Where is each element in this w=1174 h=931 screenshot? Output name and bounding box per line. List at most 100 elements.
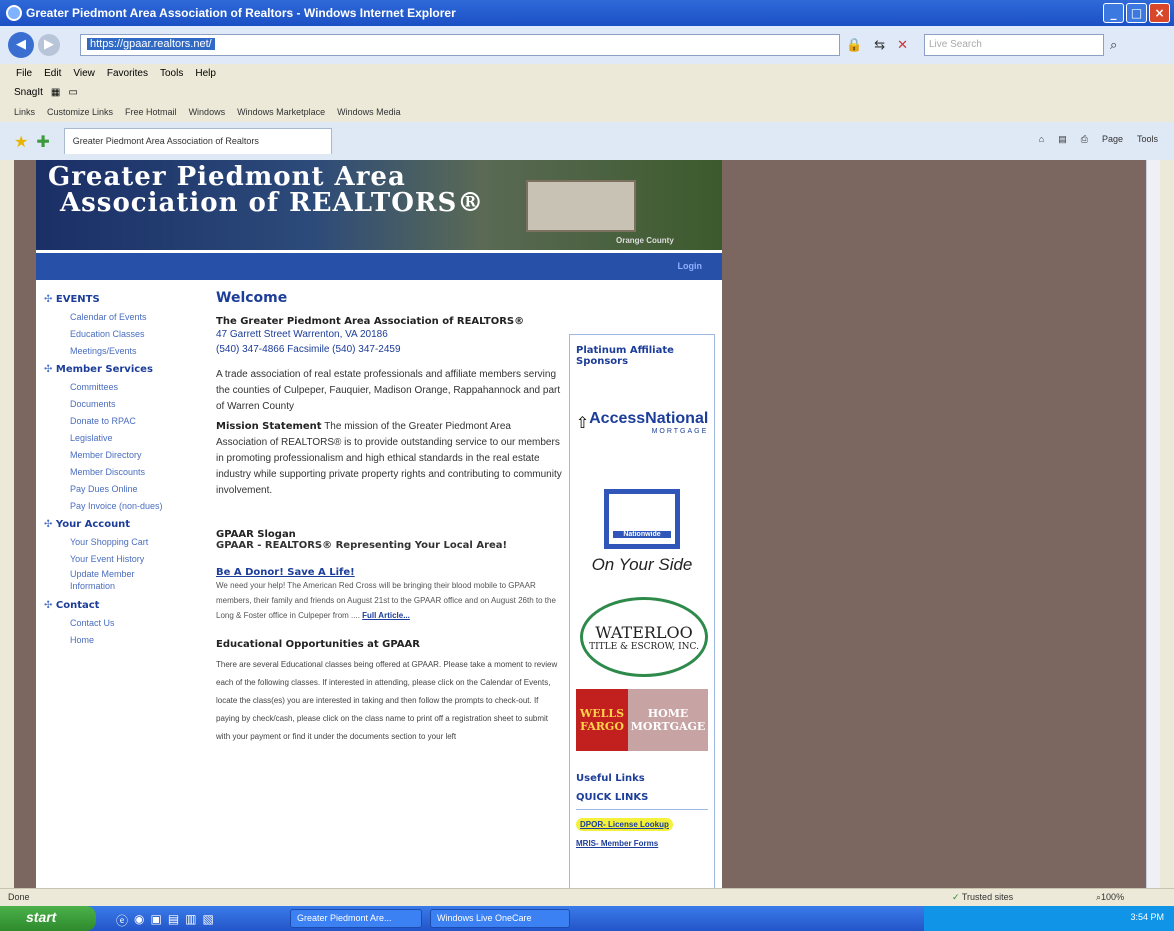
slogan-text: GPAAR - REALTORS® Representing Your Loca…	[216, 540, 508, 551]
back-button[interactable]: ◀	[8, 32, 34, 58]
tab-bar: ★ ✚ Greater Piedmont Area Association of…	[0, 122, 1174, 160]
house-arrow-icon: ⇧	[575, 412, 590, 432]
app-icon[interactable]: ▤	[168, 912, 179, 929]
donor-article-link[interactable]: Be A Donor! Save A Life!	[216, 567, 564, 578]
access-national-logo[interactable]: ⇧ AccessNational MORTGAGE	[575, 377, 709, 467]
search-input[interactable]: Live Search	[924, 34, 1104, 56]
menu-view[interactable]: View	[73, 68, 95, 79]
stop-icon[interactable]: ✕	[897, 38, 908, 53]
browser-window: Greater Piedmont Area Association of Rea…	[0, 0, 1174, 931]
link-customize[interactable]: Customize Links	[47, 107, 113, 117]
forward-button[interactable]: ▶	[38, 34, 60, 56]
close-button[interactable]: ×	[1149, 3, 1170, 23]
nationwide-logo[interactable]: Nationwide On Your Side	[576, 477, 708, 587]
nav-item[interactable]: Documents	[44, 396, 204, 413]
nav-item[interactable]: Meetings/Events	[44, 343, 204, 360]
clock[interactable]: 3:54 PM	[1130, 912, 1164, 922]
page-title: Welcome	[216, 290, 288, 306]
org-address: 47 Garrett Street Warrenton, VA 20186	[216, 329, 388, 340]
site-nav-bar: Login	[36, 250, 722, 280]
app-icon[interactable]: ▧	[203, 912, 214, 929]
maximize-button[interactable]: □	[1126, 3, 1147, 23]
ie-icon[interactable]: ⓔ	[116, 912, 128, 929]
nav-item[interactable]: Pay Dues Online	[44, 481, 204, 498]
link-marketplace[interactable]: Windows Marketplace	[237, 107, 325, 117]
wells-fargo-logo[interactable]: WELLS FARGO HOME MORTGAGE	[576, 689, 708, 751]
nav-item[interactable]: Committees	[44, 379, 204, 396]
menu-file[interactable]: File	[16, 68, 32, 79]
firefox-icon[interactable]: ◉	[134, 912, 144, 929]
app-icon[interactable]: ▥	[185, 912, 196, 929]
org-name: The Greater Piedmont Area Association of…	[216, 316, 525, 327]
taskbar-item-onecare[interactable]: Windows Live OneCare	[430, 909, 570, 928]
full-article-link[interactable]: Full Article...	[362, 611, 410, 620]
menu-help[interactable]: Help	[195, 68, 216, 79]
tools-menu[interactable]: Tools	[1137, 134, 1158, 145]
link-windows-media[interactable]: Windows Media	[337, 107, 401, 117]
waterloo-logo[interactable]: WATERLOO TITLE & ESCROW, INC.	[580, 597, 708, 677]
nav-item[interactable]: Contact Us	[44, 615, 204, 632]
links-label: Links	[14, 107, 36, 117]
edu-text: There are several Educational classes be…	[216, 660, 558, 741]
nav-item[interactable]: Home	[44, 632, 204, 649]
nav-heading-account: ✣ Your Account	[44, 519, 131, 530]
snagit-button[interactable]: SnagIt	[14, 87, 43, 98]
page-menu[interactable]: Page	[1102, 134, 1123, 145]
dpor-license-link[interactable]: DPOR- License Lookup	[576, 818, 673, 831]
nav-heading-member-services: ✣ Member Services	[44, 364, 153, 375]
login-link[interactable]: Login	[678, 261, 703, 271]
search-icon[interactable]: ⌕	[1110, 38, 1117, 53]
quick-launch: ⓔ ◉ ▣ ▤ ▥ ▧	[116, 912, 214, 929]
mris-forms-link[interactable]: MRIS- Member Forms	[576, 839, 708, 848]
website: Greater Piedmont Area Association of REA…	[36, 160, 722, 888]
vertical-scrollbar[interactable]	[1146, 160, 1160, 888]
lock-icon: 🔒	[846, 37, 863, 53]
ie-logo-icon	[6, 5, 22, 21]
nav-item[interactable]: Your Shopping Cart	[44, 534, 204, 551]
quick-links-heading: QUICK LINKS	[576, 792, 708, 810]
snagit-toolbar: SnagIt ▦ ▭	[0, 82, 1174, 102]
nav-item[interactable]: Member Discounts	[44, 464, 204, 481]
nav-item[interactable]: Calendar of Events	[44, 309, 204, 326]
link-hotmail[interactable]: Free Hotmail	[125, 107, 177, 117]
snagit-capture-icon[interactable]: ▦	[51, 87, 60, 98]
minimize-button[interactable]: _	[1103, 3, 1124, 23]
app-icon[interactable]: ▣	[151, 912, 162, 929]
nav-bullet-icon: ✣	[44, 519, 53, 530]
nav-heading-contact: ✣ Contact	[44, 600, 100, 611]
start-button[interactable]: start	[0, 906, 96, 931]
home-icon[interactable]: ⌂	[1039, 134, 1044, 145]
add-favorite-icon[interactable]: ✚	[36, 132, 49, 151]
print-icon[interactable]: ⎙	[1081, 134, 1088, 145]
nav-item[interactable]: Member Directory	[44, 447, 204, 464]
address-input[interactable]: https://gpaar.realtors.net/	[80, 34, 840, 56]
refresh-icon[interactable]: ⇆	[874, 38, 885, 53]
favorites-star-icon[interactable]: ★	[14, 132, 28, 151]
feeds-icon[interactable]: ▤	[1058, 134, 1067, 145]
nav-item[interactable]: Update Member	[44, 568, 204, 580]
taskbar-item-ie[interactable]: Greater Piedmont Are...	[290, 909, 422, 928]
nav-item[interactable]: Information	[44, 580, 204, 592]
status-bar: Done ✓ Trusted sites ⌕100%	[0, 888, 1174, 906]
nav-item[interactable]: Donate to RPAC	[44, 413, 204, 430]
nav-item[interactable]: Education Classes	[44, 326, 204, 343]
nav-item[interactable]: Pay Invoice (non-dues)	[44, 498, 204, 515]
tab-current[interactable]: Greater Piedmont Area Association of Rea…	[63, 128, 332, 154]
menu-edit[interactable]: Edit	[44, 68, 61, 79]
zoom-level[interactable]: ⌕100%	[1096, 892, 1124, 903]
trusted-sites-zone[interactable]: ✓ Trusted sites	[952, 892, 1013, 903]
site-banner: Greater Piedmont Area Association of REA…	[36, 160, 722, 250]
link-windows[interactable]: Windows	[189, 107, 226, 117]
menu-tools[interactable]: Tools	[160, 68, 183, 79]
nav-item[interactable]: Legislative	[44, 430, 204, 447]
snagit-window-icon[interactable]: ▭	[68, 87, 77, 98]
check-icon: ✓	[952, 892, 960, 902]
title-bar: Greater Piedmont Area Association of Rea…	[0, 0, 1174, 26]
nav-item[interactable]: Your Event History	[44, 551, 204, 568]
donor-text: We need your help! The American Red Cros…	[216, 581, 556, 620]
nav-bullet-icon: ✣	[44, 600, 53, 611]
menu-favorites[interactable]: Favorites	[107, 68, 148, 79]
org-phone: (540) 347-4866 Facsimile (540) 347-2459	[216, 344, 401, 355]
banner-caption: Orange County	[616, 236, 674, 245]
on-your-side-text: On Your Side	[591, 555, 693, 574]
